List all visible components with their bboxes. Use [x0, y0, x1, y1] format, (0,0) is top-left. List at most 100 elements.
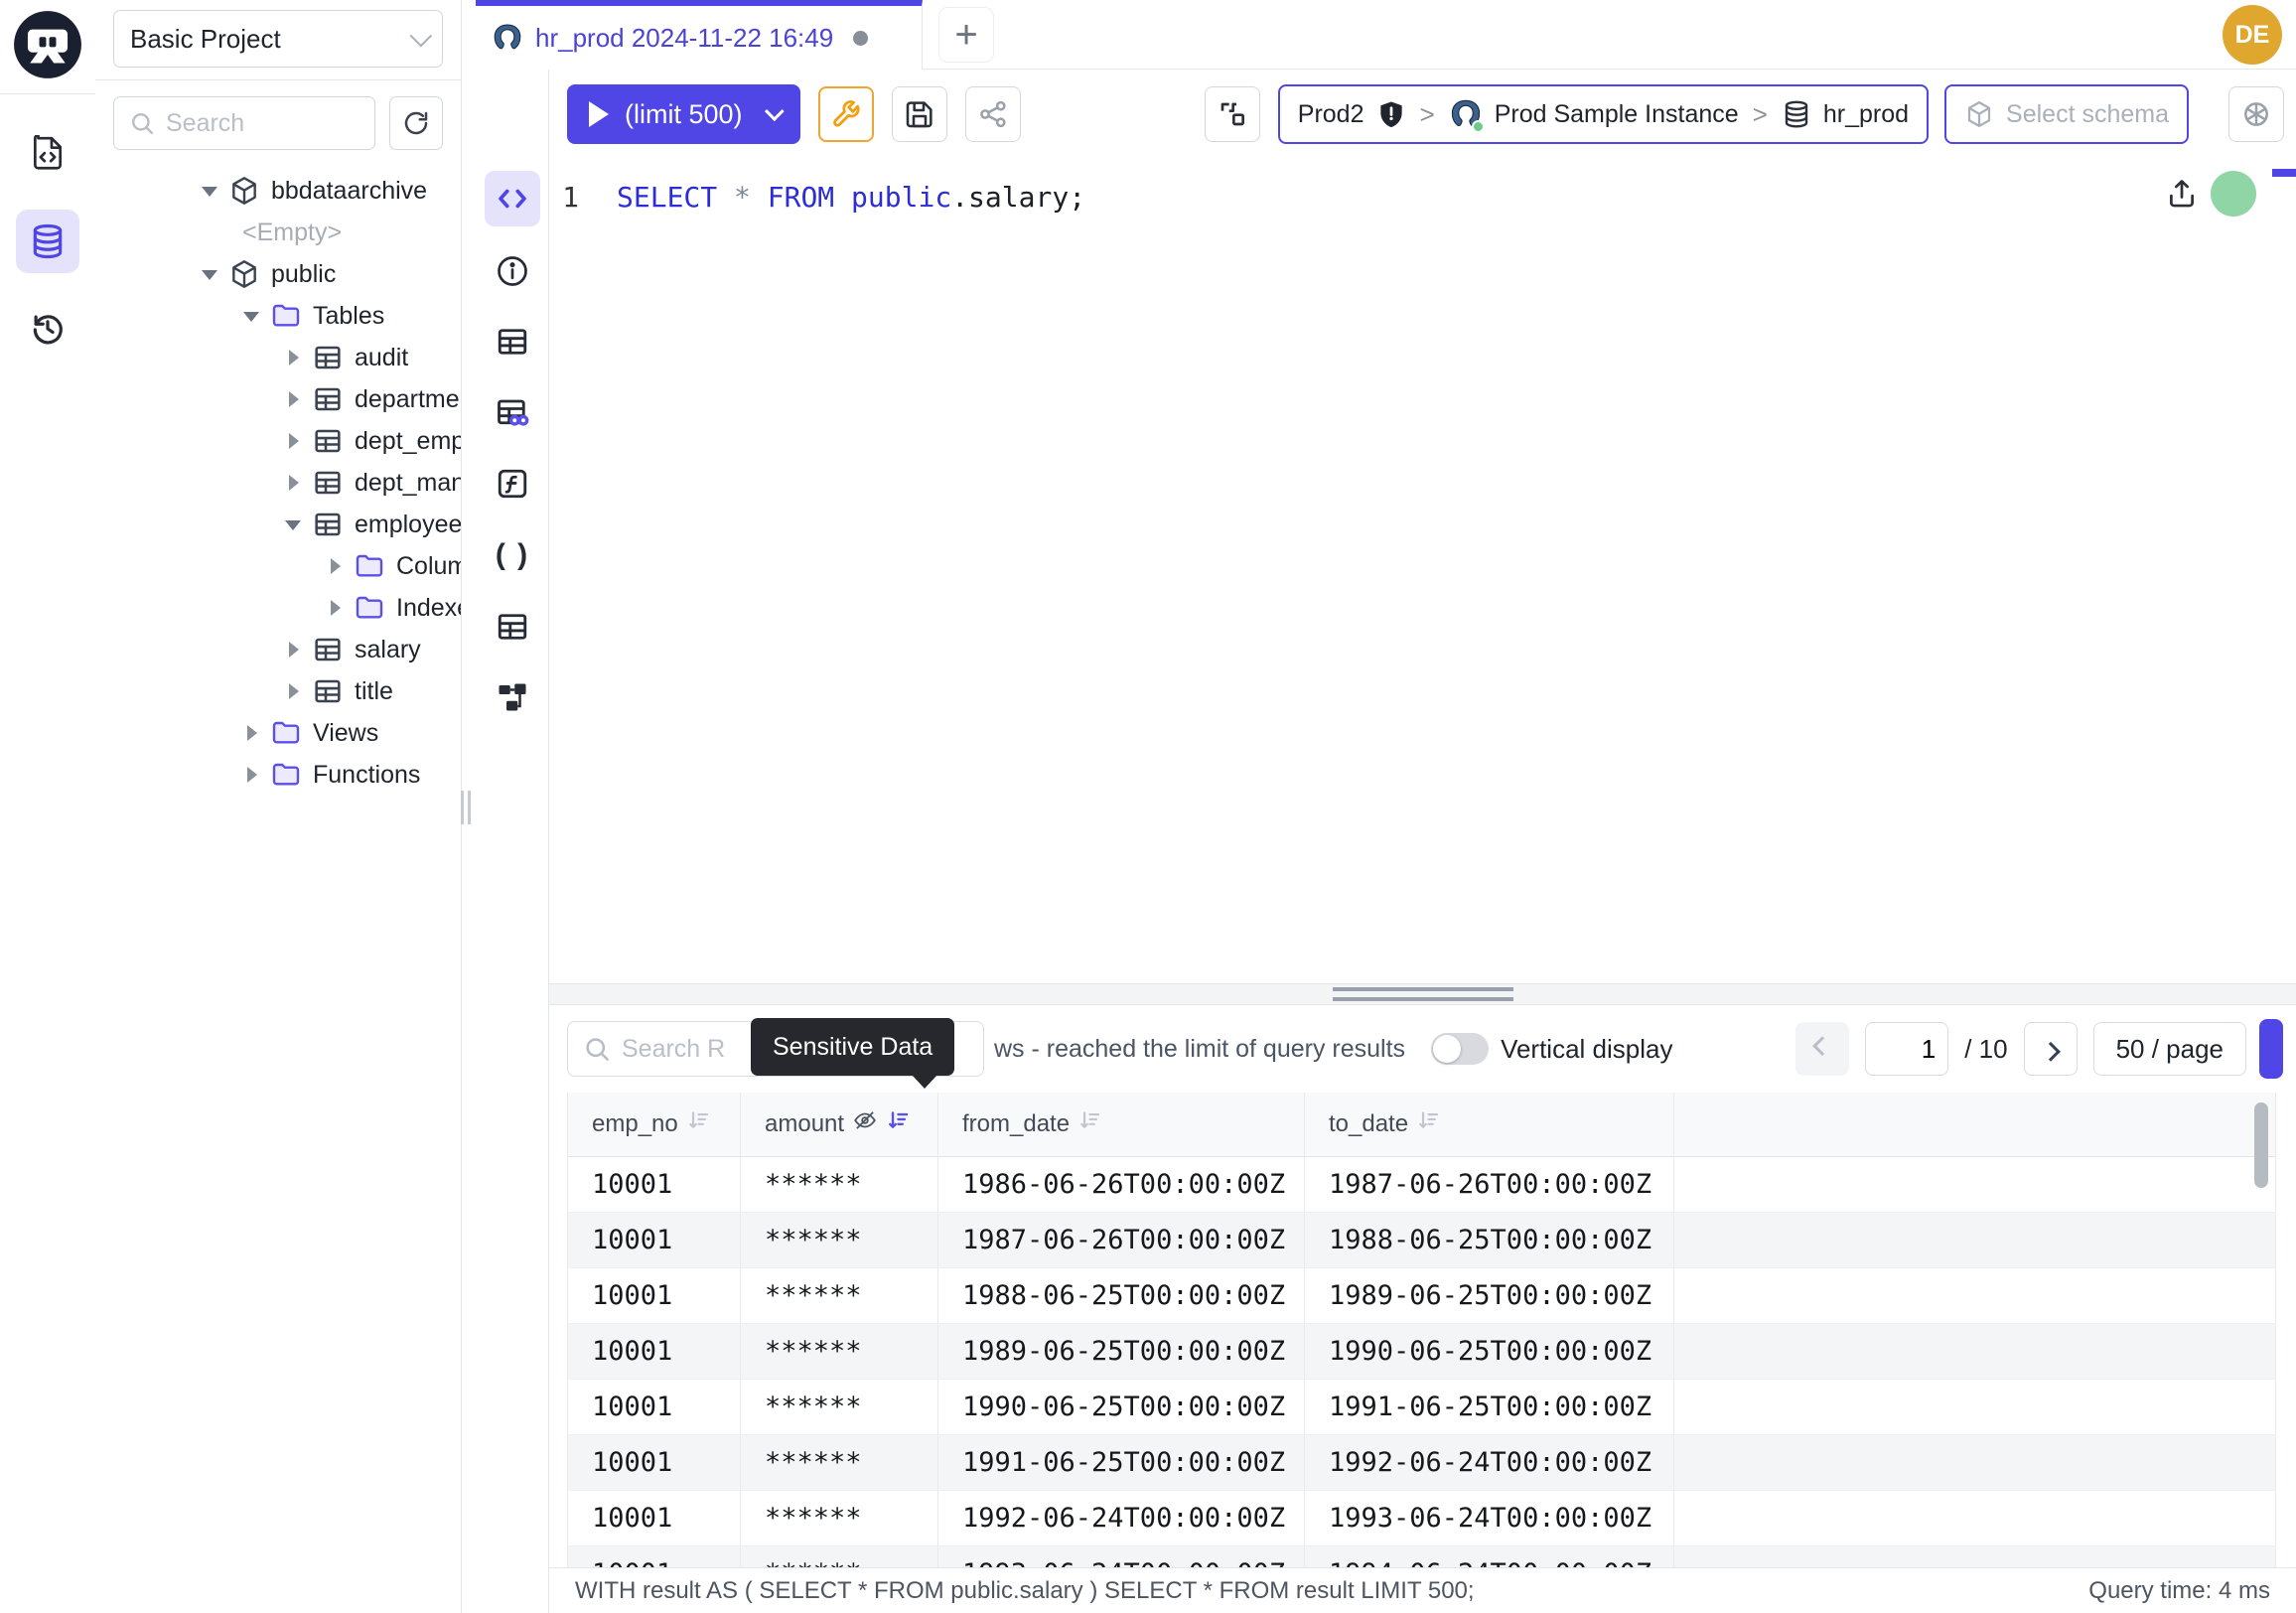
tables-icon[interactable] — [485, 314, 540, 369]
run-button-label: (limit 500) — [625, 99, 743, 130]
caret-right-icon[interactable] — [324, 597, 346, 619]
sidebar-search-input[interactable] — [166, 109, 360, 138]
database-icon[interactable] — [16, 210, 79, 273]
caret-right-icon[interactable] — [282, 680, 304, 702]
results-scrollbar-thumb[interactable] — [2254, 1102, 2268, 1188]
tree-item-public[interactable]: public — [95, 253, 461, 295]
table-cell-filler — [1674, 1212, 2276, 1267]
column-header-from_date[interactable]: from_date — [938, 1093, 1305, 1156]
tree-item-columns[interactable]: Columns — [95, 545, 461, 587]
page-number-input[interactable] — [1865, 1022, 1948, 1076]
table-cell: 1992-06-24T00:00:00Z — [938, 1490, 1305, 1545]
project-selector[interactable]: Basic Project — [113, 10, 443, 68]
tree-item-dept-mana[interactable]: dept_mana... — [95, 462, 461, 504]
tree-item-label: dept_emp — [355, 427, 461, 456]
bytebase-logo[interactable] — [0, 0, 95, 94]
sidebar-search[interactable] — [113, 96, 375, 150]
table-cell: 1991-06-25T00:00:00Z — [1305, 1379, 1674, 1434]
sort-icon[interactable] — [886, 1107, 912, 1140]
caret-down-icon[interactable] — [240, 305, 262, 327]
add-tab-button[interactable]: + — [938, 7, 994, 63]
sql-editor-icon[interactable] — [485, 171, 540, 226]
column-header-to_date[interactable]: to_date — [1305, 1093, 1674, 1156]
panel-splitter[interactable] — [549, 983, 2296, 1005]
worksheet-icon[interactable] — [16, 122, 79, 186]
tree-item-label: <Empty> — [242, 219, 342, 247]
select-schema-button[interactable]: Select schema — [1944, 84, 2189, 144]
environment-segment[interactable]: Prod2 — [1298, 100, 1364, 129]
sort-icon[interactable] — [686, 1107, 712, 1140]
save-button[interactable] — [892, 86, 947, 142]
table-icon — [312, 383, 344, 415]
parentheses-icon[interactable]: ( ) — [485, 527, 540, 583]
tree-item-dept-emp[interactable]: dept_emp — [95, 420, 461, 462]
tree-item-indexes[interactable]: Indexes — [95, 587, 461, 629]
masked-data-icon[interactable] — [485, 385, 540, 441]
history-icon[interactable] — [16, 297, 79, 361]
postgresql-icon — [492, 22, 523, 54]
schema-diagram-icon[interactable] — [485, 669, 540, 725]
caret-right-icon[interactable] — [282, 430, 304, 452]
caret-right-icon[interactable] — [324, 555, 346, 577]
main-panel: hr_prod 2024-11-22 16:49 + DE — [476, 0, 2296, 1613]
query-time: Query time: 4 ms — [2088, 1577, 2270, 1605]
caret-right-icon[interactable] — [240, 722, 262, 744]
tree-item-views[interactable]: Views — [95, 712, 461, 754]
sql-editor[interactable]: 1 SELECT * FROM public.salary; — [549, 159, 2296, 983]
page-size-select[interactable]: 50 / page — [2093, 1022, 2246, 1076]
tree-item-salary[interactable]: salary — [95, 629, 461, 670]
share-button[interactable] — [965, 86, 1021, 142]
tree-item-employee[interactable]: employee — [95, 504, 461, 545]
vertical-display-toggle[interactable] — [1431, 1033, 1489, 1065]
table-icon — [312, 634, 344, 665]
tree-item-tables[interactable]: Tables — [95, 295, 461, 337]
info-icon[interactable] — [485, 243, 540, 299]
table-cell: 1991-06-25T00:00:00Z — [938, 1434, 1305, 1490]
run-query-button[interactable]: (limit 500) — [567, 84, 800, 144]
tree-item-audit[interactable]: audit — [95, 337, 461, 378]
column-header-emp_no[interactable]: emp_no — [568, 1093, 741, 1156]
caret-right-icon[interactable] — [282, 472, 304, 494]
instance-status-dot — [1472, 120, 1485, 133]
upload-icon[interactable] — [2165, 177, 2199, 211]
caret-right-icon[interactable] — [282, 388, 304, 410]
sort-icon[interactable] — [1416, 1107, 1442, 1140]
ai-assistant-button[interactable] — [2228, 86, 2284, 142]
caret-right-icon[interactable] — [282, 639, 304, 660]
tree-item-department[interactable]: department — [95, 378, 461, 420]
tree-item-label: salary — [355, 636, 421, 664]
instance-icon — [1449, 97, 1483, 131]
column-header-amount[interactable]: amount — [741, 1093, 938, 1156]
caret-right-icon[interactable] — [240, 764, 262, 786]
sidebar-resize-handle[interactable] — [461, 791, 475, 824]
tree-item-title[interactable]: title — [95, 670, 461, 712]
caret-down-icon[interactable] — [199, 263, 220, 285]
table-cell: 10001 — [568, 1545, 741, 1567]
folder-icon — [270, 300, 302, 332]
connection-schema-button[interactable] — [1205, 86, 1260, 142]
column-label: to_date — [1329, 1110, 1408, 1138]
sort-icon[interactable] — [1077, 1107, 1103, 1140]
cube-icon — [228, 258, 260, 290]
table-detail-icon[interactable] — [485, 599, 540, 655]
database-segment[interactable]: hr_prod — [1823, 100, 1909, 129]
results-side-panel-button[interactable] — [2259, 1019, 2283, 1079]
caret-down-icon[interactable] — [199, 180, 220, 202]
line-number: 1 — [549, 181, 617, 214]
refresh-button[interactable] — [389, 96, 443, 150]
next-page-button[interactable] — [2024, 1022, 2078, 1076]
tree-item-empty[interactable]: <Empty> — [95, 212, 461, 253]
tab-bar: hr_prod 2024-11-22 16:49 + DE — [476, 0, 2296, 70]
caret-right-icon[interactable] — [282, 347, 304, 368]
function-icon[interactable] — [485, 456, 540, 512]
editor-side-toolbar: ( ) — [476, 70, 549, 1613]
instance-segment[interactable]: Prod Sample Instance — [1495, 100, 1739, 129]
format-sql-button[interactable] — [818, 86, 874, 142]
tab-hr-prod[interactable]: hr_prod 2024-11-22 16:49 — [476, 0, 923, 70]
tree-item-bbdataarchive[interactable]: bbdataarchive — [95, 170, 461, 212]
prev-page-button[interactable] — [1795, 1022, 1849, 1076]
cube-icon — [228, 175, 260, 207]
avatar[interactable]: DE — [2223, 5, 2282, 65]
tree-item-functions[interactable]: Functions — [95, 754, 461, 796]
caret-down-icon[interactable] — [282, 513, 304, 535]
